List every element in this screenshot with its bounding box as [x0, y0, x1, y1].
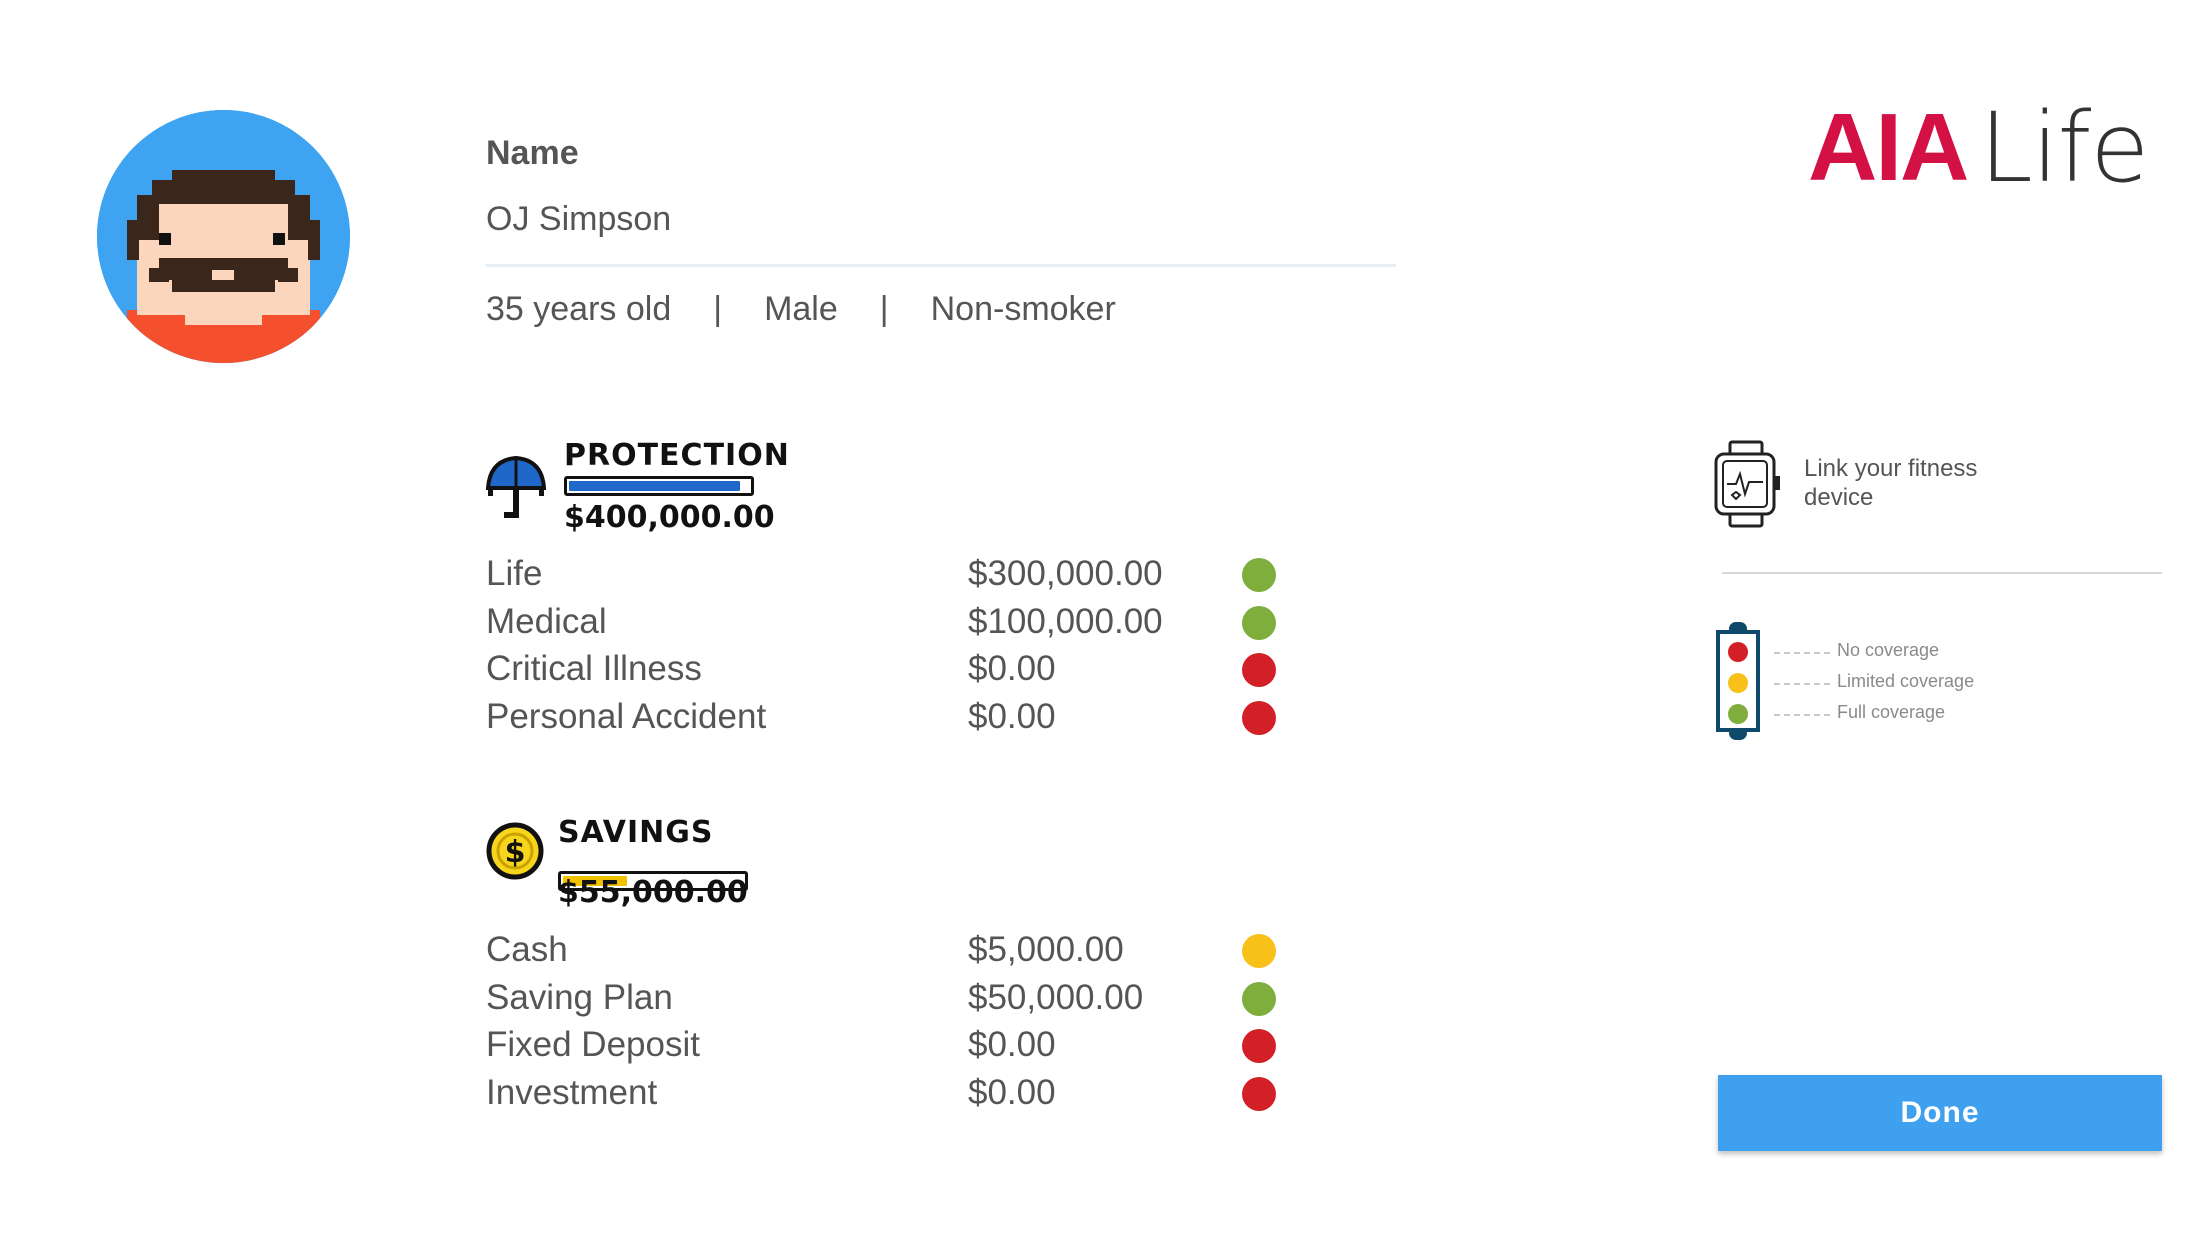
- legend-connector: [1774, 652, 1830, 654]
- coverage-label: Personal Accident: [486, 696, 767, 736]
- legend-full-coverage: Full coverage: [1837, 702, 1946, 722]
- right-divider: [1722, 572, 2162, 574]
- gender-text: Male: [764, 290, 838, 328]
- link-fitness-label: Link your fitness device: [1804, 455, 1978, 511]
- coverage-amount: $300,000.00: [968, 554, 1163, 593]
- coverage-amount: $0.00: [968, 649, 1056, 688]
- coverage-row: Life $300,000.00: [486, 554, 1286, 600]
- coverage-row: Fixed Deposit $0.00: [486, 1025, 1286, 1071]
- legend-limited-coverage: Limited coverage: [1837, 671, 1975, 691]
- umbrella-icon: [484, 452, 548, 524]
- coverage-status-dot: [1242, 1076, 1276, 1111]
- coverage-label: Life: [486, 554, 543, 593]
- savings-title: SAVINGS: [558, 815, 714, 850]
- coverage-row: Critical Illness $0.00: [486, 649, 1286, 695]
- aia-life-logo: AIA Life: [1808, 92, 2149, 204]
- dollar-coin-icon: $: [486, 822, 544, 880]
- coverage-amount: $0.00: [968, 1025, 1056, 1064]
- logo-product: Life: [1979, 92, 2149, 204]
- savings-total: $55,000.00: [558, 875, 748, 910]
- legend-connector: [1774, 683, 1830, 685]
- svg-text:$: $: [505, 835, 526, 870]
- smartwatch-icon: [1714, 440, 1780, 528]
- name-divider: [486, 264, 1396, 267]
- age-text: 35 years old: [486, 290, 672, 328]
- coverage-label: Medical: [486, 601, 607, 641]
- coverage-amount: $100,000.00: [968, 601, 1163, 641]
- name-label: Name: [486, 134, 579, 172]
- coverage-label: Cash: [486, 930, 568, 969]
- coverage-row: Saving Plan $50,000.00: [486, 978, 1286, 1024]
- demographics-row: 35 years old | Male | Non-smoker: [486, 290, 1116, 329]
- coverage-label: Critical Illness: [486, 649, 702, 688]
- coverage-amount: $0.00: [968, 696, 1056, 736]
- coverage-status-dot: [1242, 653, 1276, 687]
- coverage-row: Medical $100,000.00: [486, 602, 1286, 648]
- coverage-status-dot: [1242, 605, 1276, 640]
- pixel-avatar-icon: [97, 110, 350, 363]
- protection-total: $400,000.00: [564, 500, 775, 535]
- coverage-status-dot: [1242, 1029, 1276, 1063]
- coverage-label: Fixed Deposit: [486, 1025, 700, 1064]
- smoker-status-text: Non-smoker: [930, 290, 1116, 328]
- coverage-row: Cash $5,000.00: [486, 930, 1286, 976]
- coverage-status-dot: [1242, 558, 1276, 592]
- coverage-amount: $50,000.00: [968, 977, 1144, 1017]
- legend-no-coverage: No coverage: [1837, 640, 1940, 660]
- coverage-status-dot: [1242, 981, 1276, 1016]
- coverage-legend: No coverage Limited coverage Full covera…: [1710, 620, 2010, 750]
- protection-progress-fill: [569, 481, 740, 491]
- coverage-row: Investment $0.00: [486, 1073, 1286, 1119]
- coverage-row: Personal Accident $0.00: [486, 697, 1286, 743]
- legend-connector: [1774, 714, 1830, 716]
- coverage-amount: $0.00: [968, 1072, 1056, 1112]
- separator: |: [713, 290, 723, 328]
- name-value: OJ Simpson: [486, 200, 672, 238]
- avatar: [97, 110, 350, 363]
- coverage-label: Saving Plan: [486, 977, 673, 1017]
- protection-progress-bar: [564, 476, 754, 496]
- coverage-status-dot: [1242, 700, 1276, 735]
- logo-brand: AIA: [1808, 94, 1969, 201]
- traffic-light-icon: [1716, 622, 1760, 740]
- link-fitness-device[interactable]: Link your fitness device: [1712, 440, 2172, 540]
- coverage-label: Investment: [486, 1072, 658, 1112]
- coverage-amount: $5,000.00: [968, 930, 1124, 969]
- done-button[interactable]: Done: [1718, 1075, 2162, 1151]
- separator: |: [879, 290, 889, 328]
- coverage-status-dot: [1242, 934, 1276, 968]
- protection-title: PROTECTION: [564, 438, 790, 473]
